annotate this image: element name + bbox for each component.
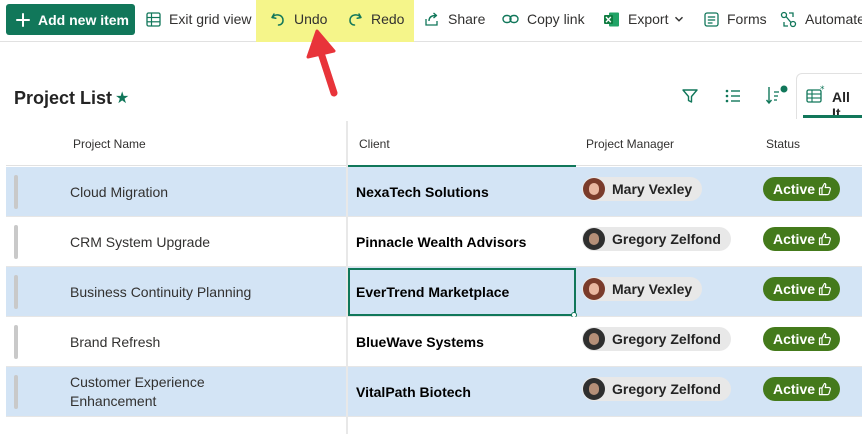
exit-grid-view-button[interactable]: Exit grid view xyxy=(146,0,251,38)
client-cell[interactable]: NexaTech Solutions xyxy=(356,167,574,217)
list-options-icon[interactable] xyxy=(724,87,742,105)
project-manager-pill[interactable]: Gregory Zelfond xyxy=(582,327,731,351)
project-manager-pill[interactable]: Mary Vexley xyxy=(582,277,703,301)
project-manager-pill[interactable]: Mary Vexley xyxy=(582,177,703,201)
project-name-text: CRM System Upgrade xyxy=(70,233,211,250)
exit-grid-view-label: Exit grid view xyxy=(169,11,252,27)
copy-link-button[interactable]: Copy link xyxy=(502,0,585,38)
project-name-text: Customer Experience Enhancement xyxy=(70,374,205,409)
project-manager-pill[interactable]: Gregory Zelfond xyxy=(582,227,731,251)
undo-icon xyxy=(271,13,284,26)
filter-icon[interactable] xyxy=(681,87,699,105)
view-tab-underline xyxy=(803,115,862,118)
project-manager-name: Gregory Zelfond xyxy=(612,331,721,347)
automate-button[interactable]: Automate xyxy=(780,0,862,38)
project-name-cell[interactable]: CRM System Upgrade xyxy=(70,217,345,267)
table-row[interactable]: Business Continuity Planning EverTrend Ma… xyxy=(6,267,862,318)
status-label: Active xyxy=(773,331,816,347)
grid-header: Project Name Client Project Manager Stat… xyxy=(6,121,862,167)
share-button[interactable]: Share xyxy=(424,0,485,38)
export-label: Export xyxy=(628,11,669,27)
forms-label: Forms xyxy=(727,11,767,27)
redo-label: Redo xyxy=(371,11,405,27)
avatar xyxy=(583,278,605,300)
client-cell[interactable]: Pinnacle Wealth Advisors xyxy=(356,217,574,267)
project-manager-pill[interactable]: Gregory Zelfond xyxy=(582,377,731,401)
status-label: Active xyxy=(773,231,816,247)
table-row[interactable]: Brand Refresh BlueWave Systems Gregory Zel… xyxy=(6,317,862,367)
project-name-cell[interactable]: Business Continuity Planning xyxy=(70,267,345,317)
share-label: Share xyxy=(448,11,486,27)
grid-view-icon: * xyxy=(806,85,825,103)
command-bar: Add new item Exit grid view Undo Redo Sh… xyxy=(0,0,862,42)
redo-icon xyxy=(349,13,362,26)
avatar xyxy=(583,178,605,200)
client-cell[interactable]: BlueWave Systems xyxy=(356,317,574,367)
thumbs-up-icon xyxy=(818,282,832,296)
row-selector[interactable] xyxy=(14,175,18,209)
status-label: Active xyxy=(773,381,816,397)
focused-cell-outline xyxy=(348,268,576,316)
svg-text:*: * xyxy=(820,85,825,95)
project-name-cell[interactable]: Cloud Migration xyxy=(70,167,345,217)
status-badge[interactable]: Active xyxy=(763,227,841,251)
status-label: Active xyxy=(773,181,816,197)
chevron-down-icon xyxy=(675,16,684,22)
project-manager-name: Mary Vexley xyxy=(612,181,693,197)
page-title: Project List xyxy=(14,88,113,108)
add-new-item-label: Add new item xyxy=(38,11,130,28)
undo-label: Undo xyxy=(294,11,328,27)
annotation-arrow-icon xyxy=(306,29,338,97)
column-divider xyxy=(346,121,348,434)
share-icon xyxy=(425,12,438,26)
column-header-project-manager[interactable]: Project Manager xyxy=(586,121,674,166)
avatar xyxy=(583,378,605,400)
status-badge[interactable]: Active xyxy=(763,327,841,351)
project-name-text: Cloud Migration xyxy=(70,183,169,200)
redo-button[interactable]: Redo xyxy=(347,0,404,38)
row-selector[interactable] xyxy=(14,325,18,359)
row-selector[interactable] xyxy=(14,275,18,309)
project-grid: Project Name Client Project Manager Stat… xyxy=(6,121,862,434)
sort-icon[interactable] xyxy=(765,84,789,106)
column-header-status[interactable]: Status xyxy=(766,121,800,166)
client-cell[interactable]: VitalPath Biotech xyxy=(356,367,574,417)
plus-icon xyxy=(15,12,31,28)
thumbs-up-icon xyxy=(818,332,832,346)
table-row[interactable]: Customer Experience Enhancement VitalPath… xyxy=(6,367,862,417)
project-name-text: Business Continuity Planning xyxy=(70,283,252,300)
status-badge[interactable]: Active xyxy=(763,277,841,301)
excel-icon xyxy=(604,12,619,26)
forms-button[interactable]: Forms xyxy=(704,0,767,38)
project-manager-name: Gregory Zelfond xyxy=(612,381,721,397)
status-badge[interactable]: Active xyxy=(763,177,841,201)
column-header-project-name[interactable]: Project Name xyxy=(73,121,146,166)
table-row[interactable]: Cloud Migration NexaTech Solutions Mary Ve… xyxy=(6,167,862,217)
table-row[interactable]: CRM System Upgrade Pinnacle Wealth Adviso… xyxy=(6,217,862,267)
project-name-text: Brand Refresh xyxy=(70,333,161,350)
thumbs-up-icon xyxy=(818,232,832,246)
automate-icon xyxy=(780,11,797,27)
project-manager-name: Gregory Zelfond xyxy=(612,231,721,247)
export-button[interactable]: Export xyxy=(603,0,684,38)
thumbs-up-icon xyxy=(818,382,832,396)
avatar xyxy=(583,228,605,250)
row-selector[interactable] xyxy=(14,225,18,259)
status-badge[interactable]: Active xyxy=(763,377,841,401)
link-icon xyxy=(502,14,519,24)
forms-icon xyxy=(704,11,719,27)
project-name-cell[interactable]: Brand Refresh xyxy=(70,317,345,367)
copy-link-label: Copy link xyxy=(527,11,585,27)
star-icon[interactable]: ★ xyxy=(115,88,129,108)
project-name-cell[interactable]: Customer Experience Enhancement xyxy=(70,367,345,417)
project-manager-name: Mary Vexley xyxy=(612,281,693,297)
grid-icon xyxy=(146,11,161,27)
add-new-item-button[interactable]: Add new item xyxy=(6,4,135,35)
thumbs-up-icon xyxy=(818,182,832,196)
automate-label: Automate xyxy=(805,11,862,27)
avatar xyxy=(583,328,605,350)
row-selector[interactable] xyxy=(14,375,18,409)
column-header-client[interactable]: Client xyxy=(359,121,390,166)
status-label: Active xyxy=(773,281,816,297)
